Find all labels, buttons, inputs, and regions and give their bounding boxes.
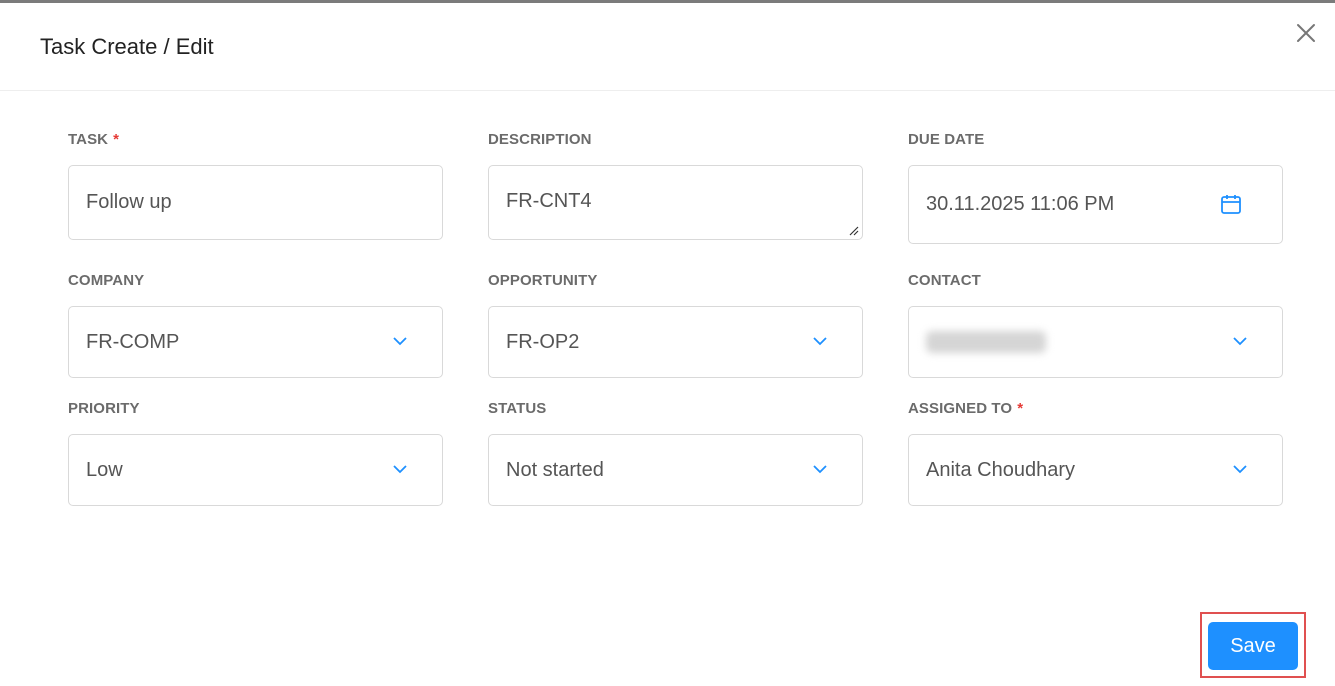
save-button-highlight: Save xyxy=(1200,612,1306,678)
required-mark: * xyxy=(1017,400,1024,417)
redacted-contact-value xyxy=(926,331,1046,353)
priority-value: Low xyxy=(86,458,123,481)
company-label: COMPANY xyxy=(68,272,145,289)
description-value: FR-CNT4 xyxy=(506,190,592,212)
assigned-to-select[interactable]: Anita Choudhary xyxy=(908,434,1283,506)
priority-select[interactable]: Low xyxy=(68,434,443,506)
due-date-input[interactable]: 30.11.2025 11:06 PM xyxy=(908,165,1283,244)
description-label: DESCRIPTION xyxy=(488,131,592,148)
status-value: Not started xyxy=(506,458,604,481)
task-label: TASK * xyxy=(68,131,119,148)
chevron-down-icon xyxy=(1233,337,1247,346)
company-select[interactable]: FR-COMP xyxy=(68,306,443,378)
task-label-text: TASK xyxy=(68,131,109,148)
chevron-down-icon xyxy=(1233,465,1247,474)
status-select[interactable]: Not started xyxy=(488,434,863,506)
save-button[interactable]: Save xyxy=(1208,622,1298,670)
modal-header: Task Create / Edit xyxy=(0,3,1335,91)
description-textarea[interactable]: FR-CNT4 xyxy=(488,165,863,240)
required-mark: * xyxy=(113,131,120,148)
priority-label: PRIORITY xyxy=(68,400,140,417)
opportunity-label: OPPORTUNITY xyxy=(488,272,598,289)
task-edit-modal: Task Create / Edit TASK * Follow up DESCR… xyxy=(0,0,1335,686)
assigned-to-label: ASSIGNED TO * xyxy=(908,400,1023,417)
opportunity-select[interactable]: FR-OP2 xyxy=(488,306,863,378)
company-value: FR-COMP xyxy=(86,330,180,353)
contact-select[interactable] xyxy=(908,306,1283,378)
chevron-down-icon xyxy=(813,337,827,346)
assigned-to-label-text: ASSIGNED TO xyxy=(908,400,1013,417)
close-icon xyxy=(1297,24,1315,42)
task-input-value: Follow up xyxy=(86,191,172,213)
calendar-icon[interactable] xyxy=(1220,193,1242,215)
chevron-down-icon xyxy=(813,465,827,474)
contact-label: CONTACT xyxy=(908,272,981,289)
due-date-label: DUE DATE xyxy=(908,131,985,148)
opportunity-value: FR-OP2 xyxy=(506,330,580,353)
modal-title: Task Create / Edit xyxy=(40,34,214,59)
task-input[interactable]: Follow up xyxy=(68,165,443,240)
chevron-down-icon xyxy=(393,465,407,474)
resize-grip-icon[interactable] xyxy=(849,226,859,236)
due-date-value: 30.11.2025 11:06 PM xyxy=(926,193,1115,215)
chevron-down-icon xyxy=(393,337,407,346)
assigned-to-value: Anita Choudhary xyxy=(926,458,1075,481)
close-button[interactable] xyxy=(1295,22,1317,44)
status-label: STATUS xyxy=(488,400,547,417)
